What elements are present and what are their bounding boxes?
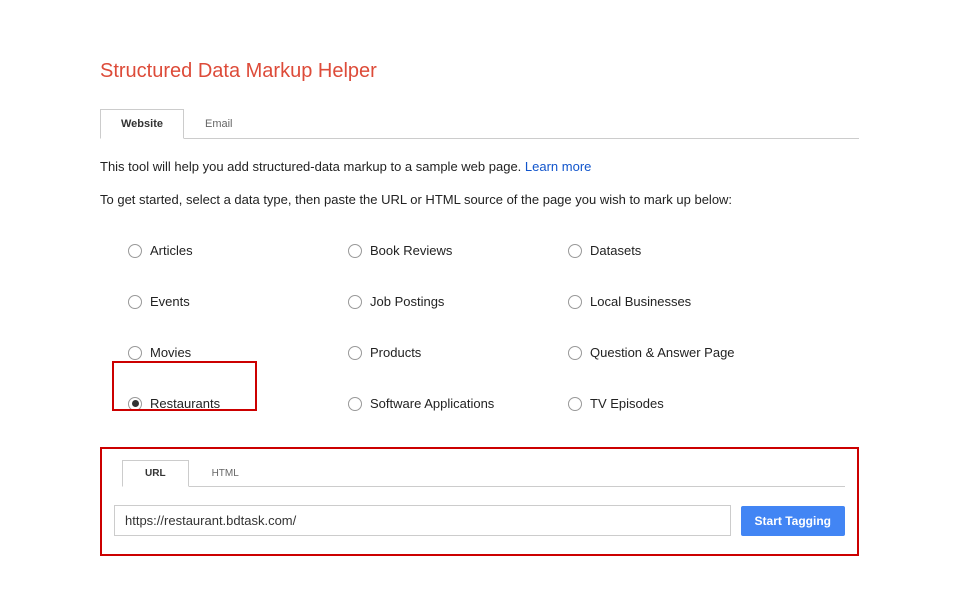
radio-icon	[568, 397, 582, 411]
radio-products[interactable]: Products	[340, 339, 560, 366]
main-tabs: Website Email	[100, 108, 859, 139]
radio-icon	[128, 346, 142, 360]
input-tab-html[interactable]: HTML	[189, 460, 262, 487]
radio-label: Question & Answer Page	[590, 345, 735, 360]
radio-qa-page[interactable]: Question & Answer Page	[560, 339, 780, 366]
learn-more-link[interactable]: Learn more	[525, 159, 591, 174]
radio-label: Articles	[150, 243, 193, 258]
radio-software-apps[interactable]: Software Applications	[340, 390, 560, 417]
radio-label: Job Postings	[370, 294, 444, 309]
radio-label: Local Businesses	[590, 294, 691, 309]
radio-icon	[568, 244, 582, 258]
radio-datasets[interactable]: Datasets	[560, 237, 780, 264]
radio-icon	[568, 346, 582, 360]
radio-icon	[128, 295, 142, 309]
radio-local-businesses[interactable]: Local Businesses	[560, 288, 780, 315]
data-type-radio-group: Articles Book Reviews Datasets Events Jo…	[120, 237, 859, 417]
radio-icon	[348, 295, 362, 309]
radio-icon	[568, 295, 582, 309]
radio-articles[interactable]: Articles	[120, 237, 340, 264]
input-section-highlight: URL HTML Start Tagging	[100, 447, 859, 556]
input-tab-url[interactable]: URL	[122, 460, 189, 487]
radio-events[interactable]: Events	[120, 288, 340, 315]
input-row: Start Tagging	[114, 505, 845, 536]
radio-job-postings[interactable]: Job Postings	[340, 288, 560, 315]
start-tagging-button[interactable]: Start Tagging	[741, 506, 845, 536]
radio-icon	[348, 346, 362, 360]
radio-restaurants[interactable]: Restaurants	[120, 390, 340, 417]
instruction-text: To get started, select a data type, then…	[100, 192, 859, 207]
radio-label: Events	[150, 294, 190, 309]
radio-label: Restaurants	[150, 396, 220, 411]
radio-icon	[128, 244, 142, 258]
page-title: Structured Data Markup Helper	[100, 60, 859, 83]
radio-label: Book Reviews	[370, 243, 452, 258]
input-tabs: URL HTML	[122, 459, 845, 487]
radio-book-reviews[interactable]: Book Reviews	[340, 237, 560, 264]
tab-email[interactable]: Email	[184, 109, 254, 139]
tab-website[interactable]: Website	[100, 109, 184, 139]
radio-label: Movies	[150, 345, 191, 360]
radio-tv-episodes[interactable]: TV Episodes	[560, 390, 780, 417]
radio-movies[interactable]: Movies	[120, 339, 340, 366]
radio-label: TV Episodes	[590, 396, 664, 411]
radio-icon	[128, 397, 142, 411]
radio-icon	[348, 244, 362, 258]
intro-text: This tool will help you add structured-d…	[100, 159, 859, 174]
radio-icon	[348, 397, 362, 411]
intro-text-content: This tool will help you add structured-d…	[100, 159, 525, 174]
radio-label: Datasets	[590, 243, 641, 258]
url-input[interactable]	[114, 505, 731, 536]
radio-label: Software Applications	[370, 396, 494, 411]
radio-label: Products	[370, 345, 421, 360]
